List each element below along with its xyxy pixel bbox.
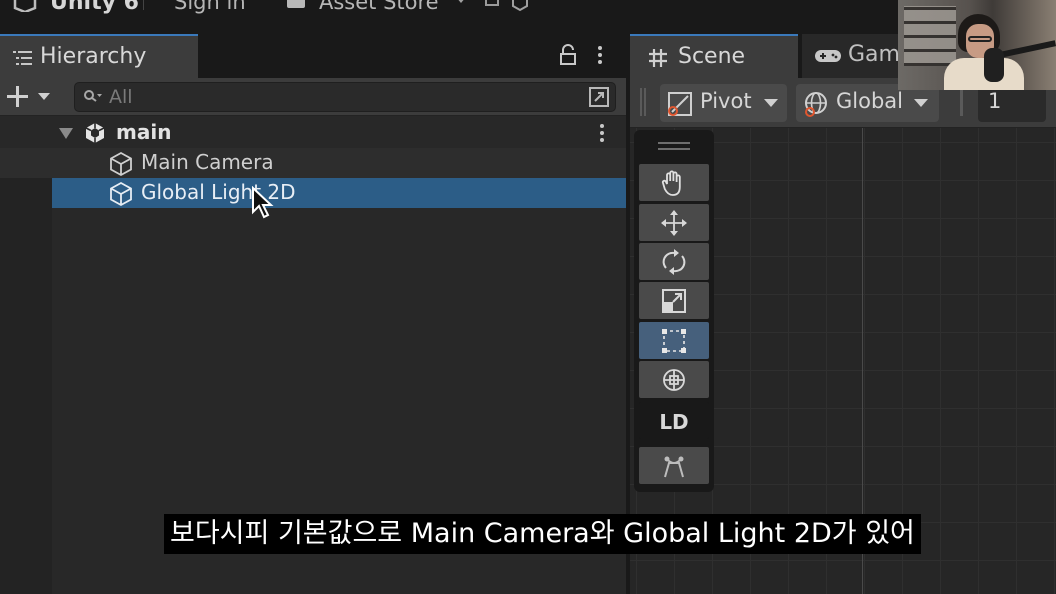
search-input[interactable]: [109, 83, 579, 111]
video-subtitle: 보다시피 기본값으로 Main Camera와 Global Light 2D가…: [164, 514, 921, 554]
globe-icon: [805, 92, 827, 117]
global-label: Global: [836, 89, 903, 113]
tab-hierarchy-label: Hierarchy: [40, 44, 147, 69]
pivot-mode-dropdown[interactable]: Pivot: [660, 84, 787, 122]
hand-tool-button[interactable]: [639, 164, 709, 201]
rotate-tool-button[interactable]: [639, 243, 709, 280]
mouse-cursor-icon: [252, 186, 274, 219]
hierarchy-panel: Hierarchy All main Main Camera Global Li…: [0, 30, 626, 594]
hand-icon: [661, 170, 681, 196]
chevron-down-icon: [914, 99, 928, 107]
scene-options-icon[interactable]: [594, 122, 610, 144]
webcam-overlay: [898, 0, 1056, 90]
hierarchy-tab-bar: Hierarchy: [0, 30, 626, 78]
asset-store-button[interactable]: Asset Store: [319, 0, 439, 14]
hierarchy-item-global-light-2d[interactable]: Global Light 2D: [0, 178, 626, 208]
search-icon: [84, 90, 102, 102]
tab-hierarchy[interactable]: Hierarchy: [0, 34, 198, 78]
toolbar-grip[interactable]: [640, 88, 646, 116]
custom-tool-button[interactable]: [639, 447, 709, 484]
services-icon[interactable]: [510, 0, 530, 12]
scene-row-main[interactable]: main: [0, 118, 626, 148]
toolbar-grip[interactable]: [960, 88, 963, 116]
collapse-arrow-icon[interactable]: [59, 128, 73, 139]
lock-icon[interactable]: [558, 44, 578, 66]
bone-tool-icon: [664, 456, 684, 478]
unity-scene-icon: [85, 123, 105, 143]
overlay-drag-handle[interactable]: [658, 142, 690, 150]
hierarchy-search[interactable]: [74, 82, 616, 112]
rotate-icon: [662, 249, 686, 275]
gamepad-icon: [815, 50, 841, 62]
tools-overlay: LD: [634, 130, 714, 492]
gameobject-cube-icon: [110, 151, 132, 177]
tab-scene[interactable]: Scene: [630, 34, 798, 78]
toolbar-divider: [143, 0, 144, 10]
move-tool-button[interactable]: [639, 204, 709, 241]
hierarchy-item-label: Main Camera: [141, 150, 274, 174]
scene-search-toggle-icon[interactable]: [587, 85, 611, 109]
transform-icon: [663, 369, 685, 391]
asset-store-icon: [287, 0, 305, 8]
ld-label: LD: [659, 410, 689, 434]
pivot-label: Pivot: [700, 89, 752, 113]
scene-grid-icon: [649, 49, 667, 67]
transform-tool-button[interactable]: [639, 361, 709, 398]
hierarchy-toolbar: [0, 78, 626, 116]
unity-logo-icon: [13, 0, 37, 12]
hierarchy-item-main-camera[interactable]: Main Camera: [0, 148, 626, 178]
move-arrows-icon: [661, 210, 687, 236]
tab-scene-label: Scene: [678, 44, 746, 69]
grid-snap-value: 1: [988, 89, 1002, 113]
scale-icon: [662, 289, 686, 313]
chevron-down-icon: [764, 99, 778, 107]
webcam-shelf: [904, 6, 956, 66]
app-title: Unity 6: [50, 0, 139, 15]
cloud-icon[interactable]: [485, 0, 499, 6]
webcam-microphone: [984, 48, 1004, 82]
gameobject-cube-icon: [110, 181, 132, 207]
hierarchy-gutter: [0, 178, 52, 594]
sign-in-button[interactable]: Sign in: [174, 0, 246, 14]
asset-store-dropdown-icon[interactable]: [456, 0, 466, 3]
hierarchy-list-icon: [13, 51, 32, 65]
pivot-icon: [668, 92, 692, 116]
ld-tool-button[interactable]: LD: [639, 402, 709, 439]
scale-tool-button[interactable]: [639, 282, 709, 319]
rect-transform-icon: [662, 329, 686, 353]
webcam-person-glasses: [968, 36, 992, 42]
add-object-button[interactable]: [4, 82, 54, 112]
panel-menu-icon[interactable]: [592, 44, 608, 66]
rect-tool-button[interactable]: [639, 322, 709, 359]
scene-name: main: [116, 120, 172, 144]
